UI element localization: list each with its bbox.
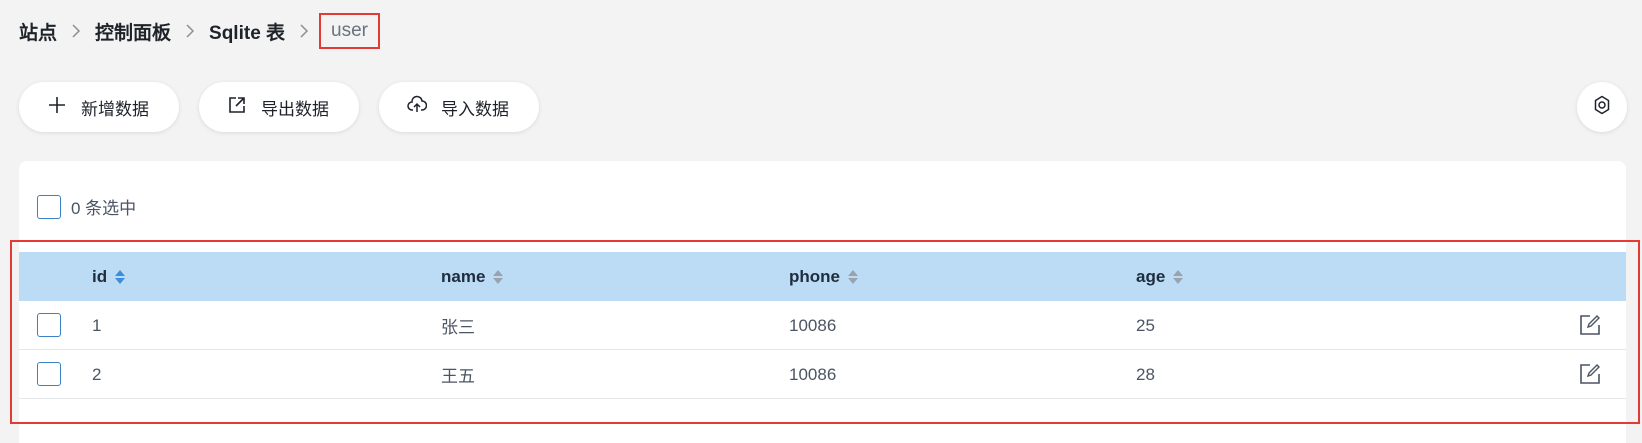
select-all-checkbox[interactable] <box>37 194 61 219</box>
chevron-right-icon <box>71 24 81 38</box>
selection-bar: 0 条选中 <box>37 194 136 219</box>
export-data-label: 导出数据 <box>261 99 329 119</box>
chevron-right-icon <box>299 24 309 38</box>
selection-count: 0 条选中 <box>71 199 137 218</box>
add-data-label: 新增数据 <box>81 99 149 119</box>
add-data-button[interactable]: 新增数据 <box>19 82 179 132</box>
gear-icon <box>1592 95 1612 120</box>
toolbar: 新增数据 导出数据 导入数据 <box>19 82 539 132</box>
import-data-button[interactable]: 导入数据 <box>379 82 539 132</box>
breadcrumb-item-site[interactable]: 站点 <box>19 18 57 45</box>
chevron-right-icon <box>185 24 195 38</box>
export-icon <box>227 95 247 120</box>
breadcrumb-current: user <box>319 13 381 49</box>
import-data-label: 导入数据 <box>441 99 509 119</box>
breadcrumb-item-sqlite-table[interactable]: Sqlite 表 <box>209 18 285 45</box>
cloud-upload-icon <box>407 95 428 120</box>
breadcrumb: 站点 控制面板 Sqlite 表 user <box>19 13 381 49</box>
export-data-button[interactable]: 导出数据 <box>199 82 359 132</box>
breadcrumb-item-control-panel[interactable]: 控制面板 <box>95 18 171 45</box>
settings-button[interactable] <box>1577 82 1627 132</box>
table-highlight-frame <box>10 240 1640 424</box>
plus-icon <box>47 95 67 120</box>
